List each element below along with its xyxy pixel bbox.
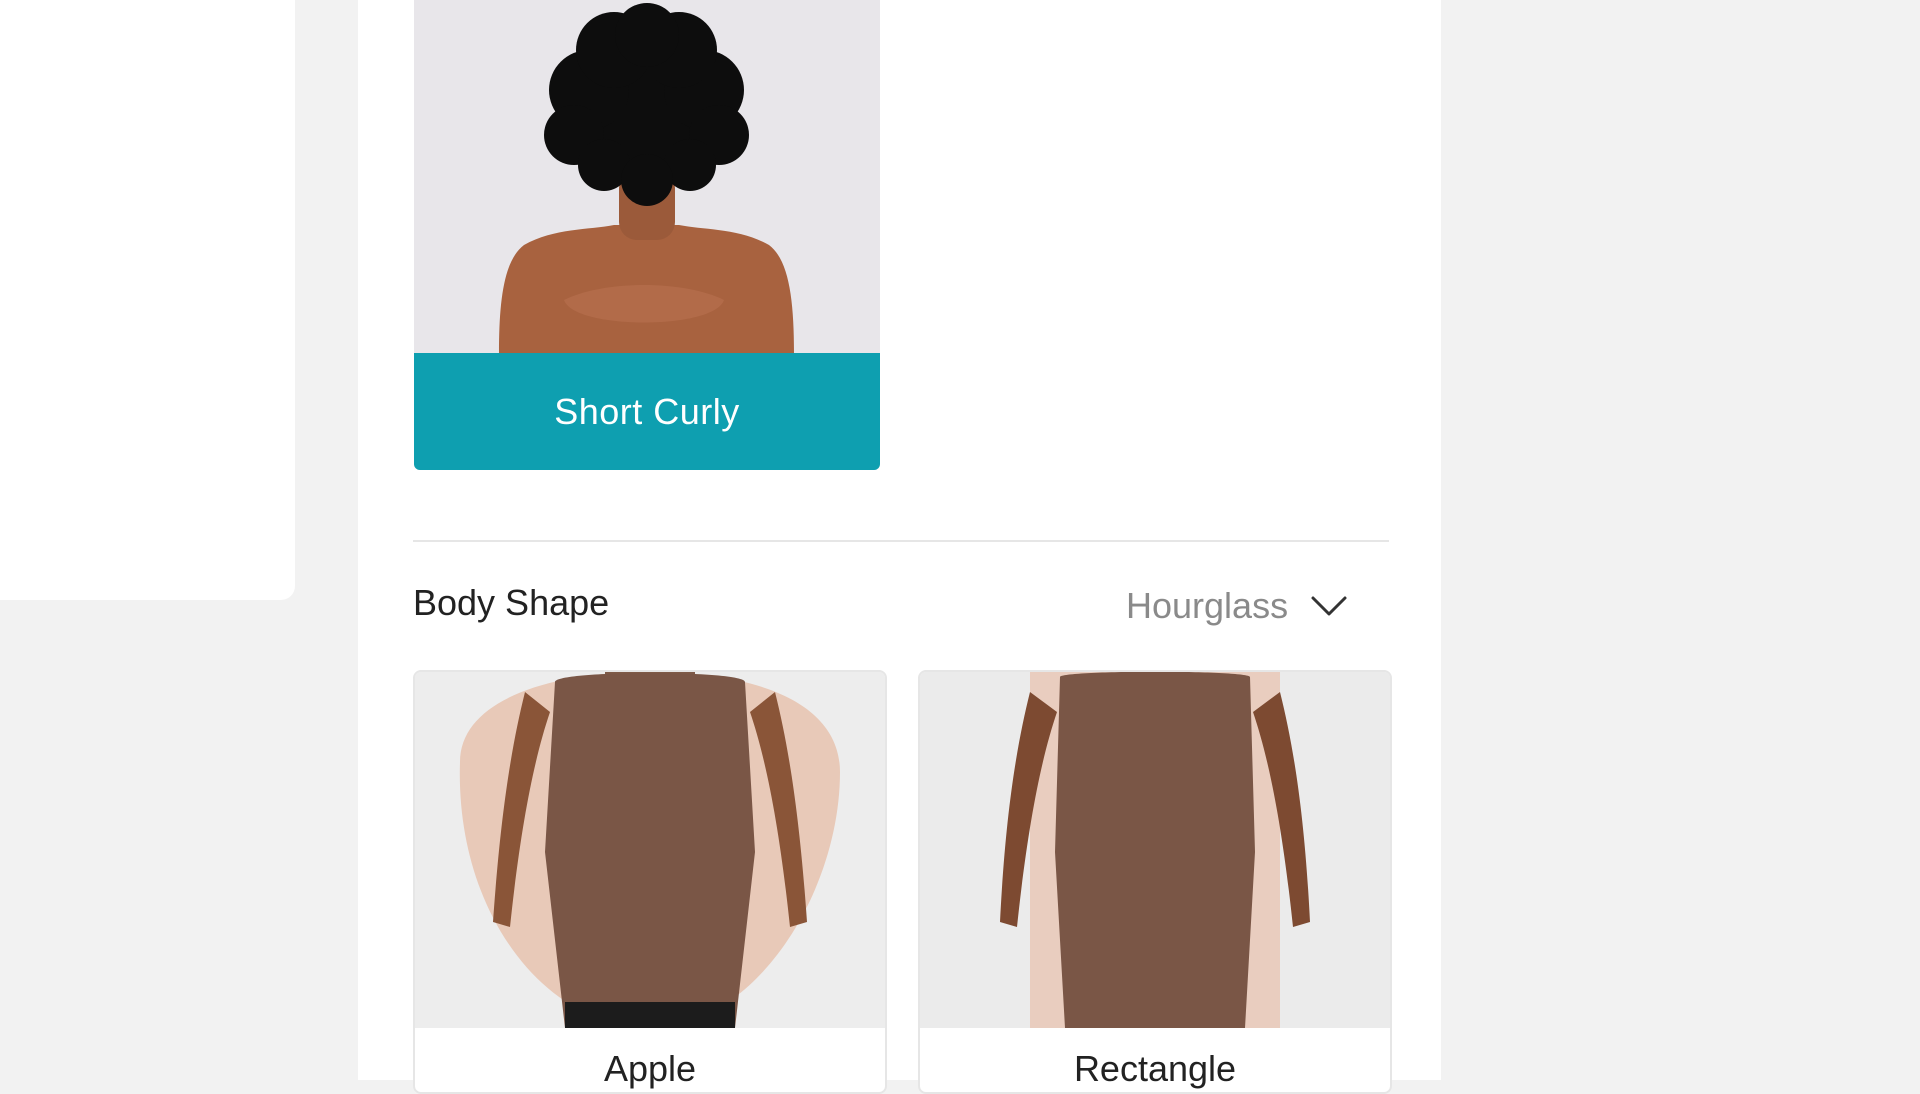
body-shape-label-rectangle: Rectangle [1073, 1048, 1237, 1089]
customization-panel: Short Curly Body Shape Hourglass Apple R… [358, 0, 1441, 1094]
hair-option-label: Short Curly [414, 353, 880, 470]
hair-option-card-short-curly[interactable]: Short Curly [414, 0, 880, 470]
body-shape-selected-value: Hourglass [1126, 585, 1289, 626]
section-divider [413, 540, 1389, 542]
body-shape-title: Body Shape [413, 582, 610, 623]
body-shape-dropdown[interactable]: Hourglass [1126, 578, 1348, 634]
rectangle-shape-illustration [920, 672, 1390, 1028]
body-shape-preview-apple [415, 672, 885, 1028]
body-shape-card-rectangle[interactable]: Rectangle [918, 670, 1392, 1094]
model-back-illustration [414, 0, 880, 353]
chevron-down-icon [1310, 594, 1348, 618]
apple-shape-illustration [415, 672, 885, 1028]
body-shape-label-apple: Apple [603, 1048, 697, 1089]
body-shape-card-apple[interactable]: Apple [413, 670, 887, 1094]
body-shape-preview-rectangle [920, 672, 1390, 1028]
left-panel [0, 0, 295, 600]
hair-preview-image [414, 0, 880, 353]
